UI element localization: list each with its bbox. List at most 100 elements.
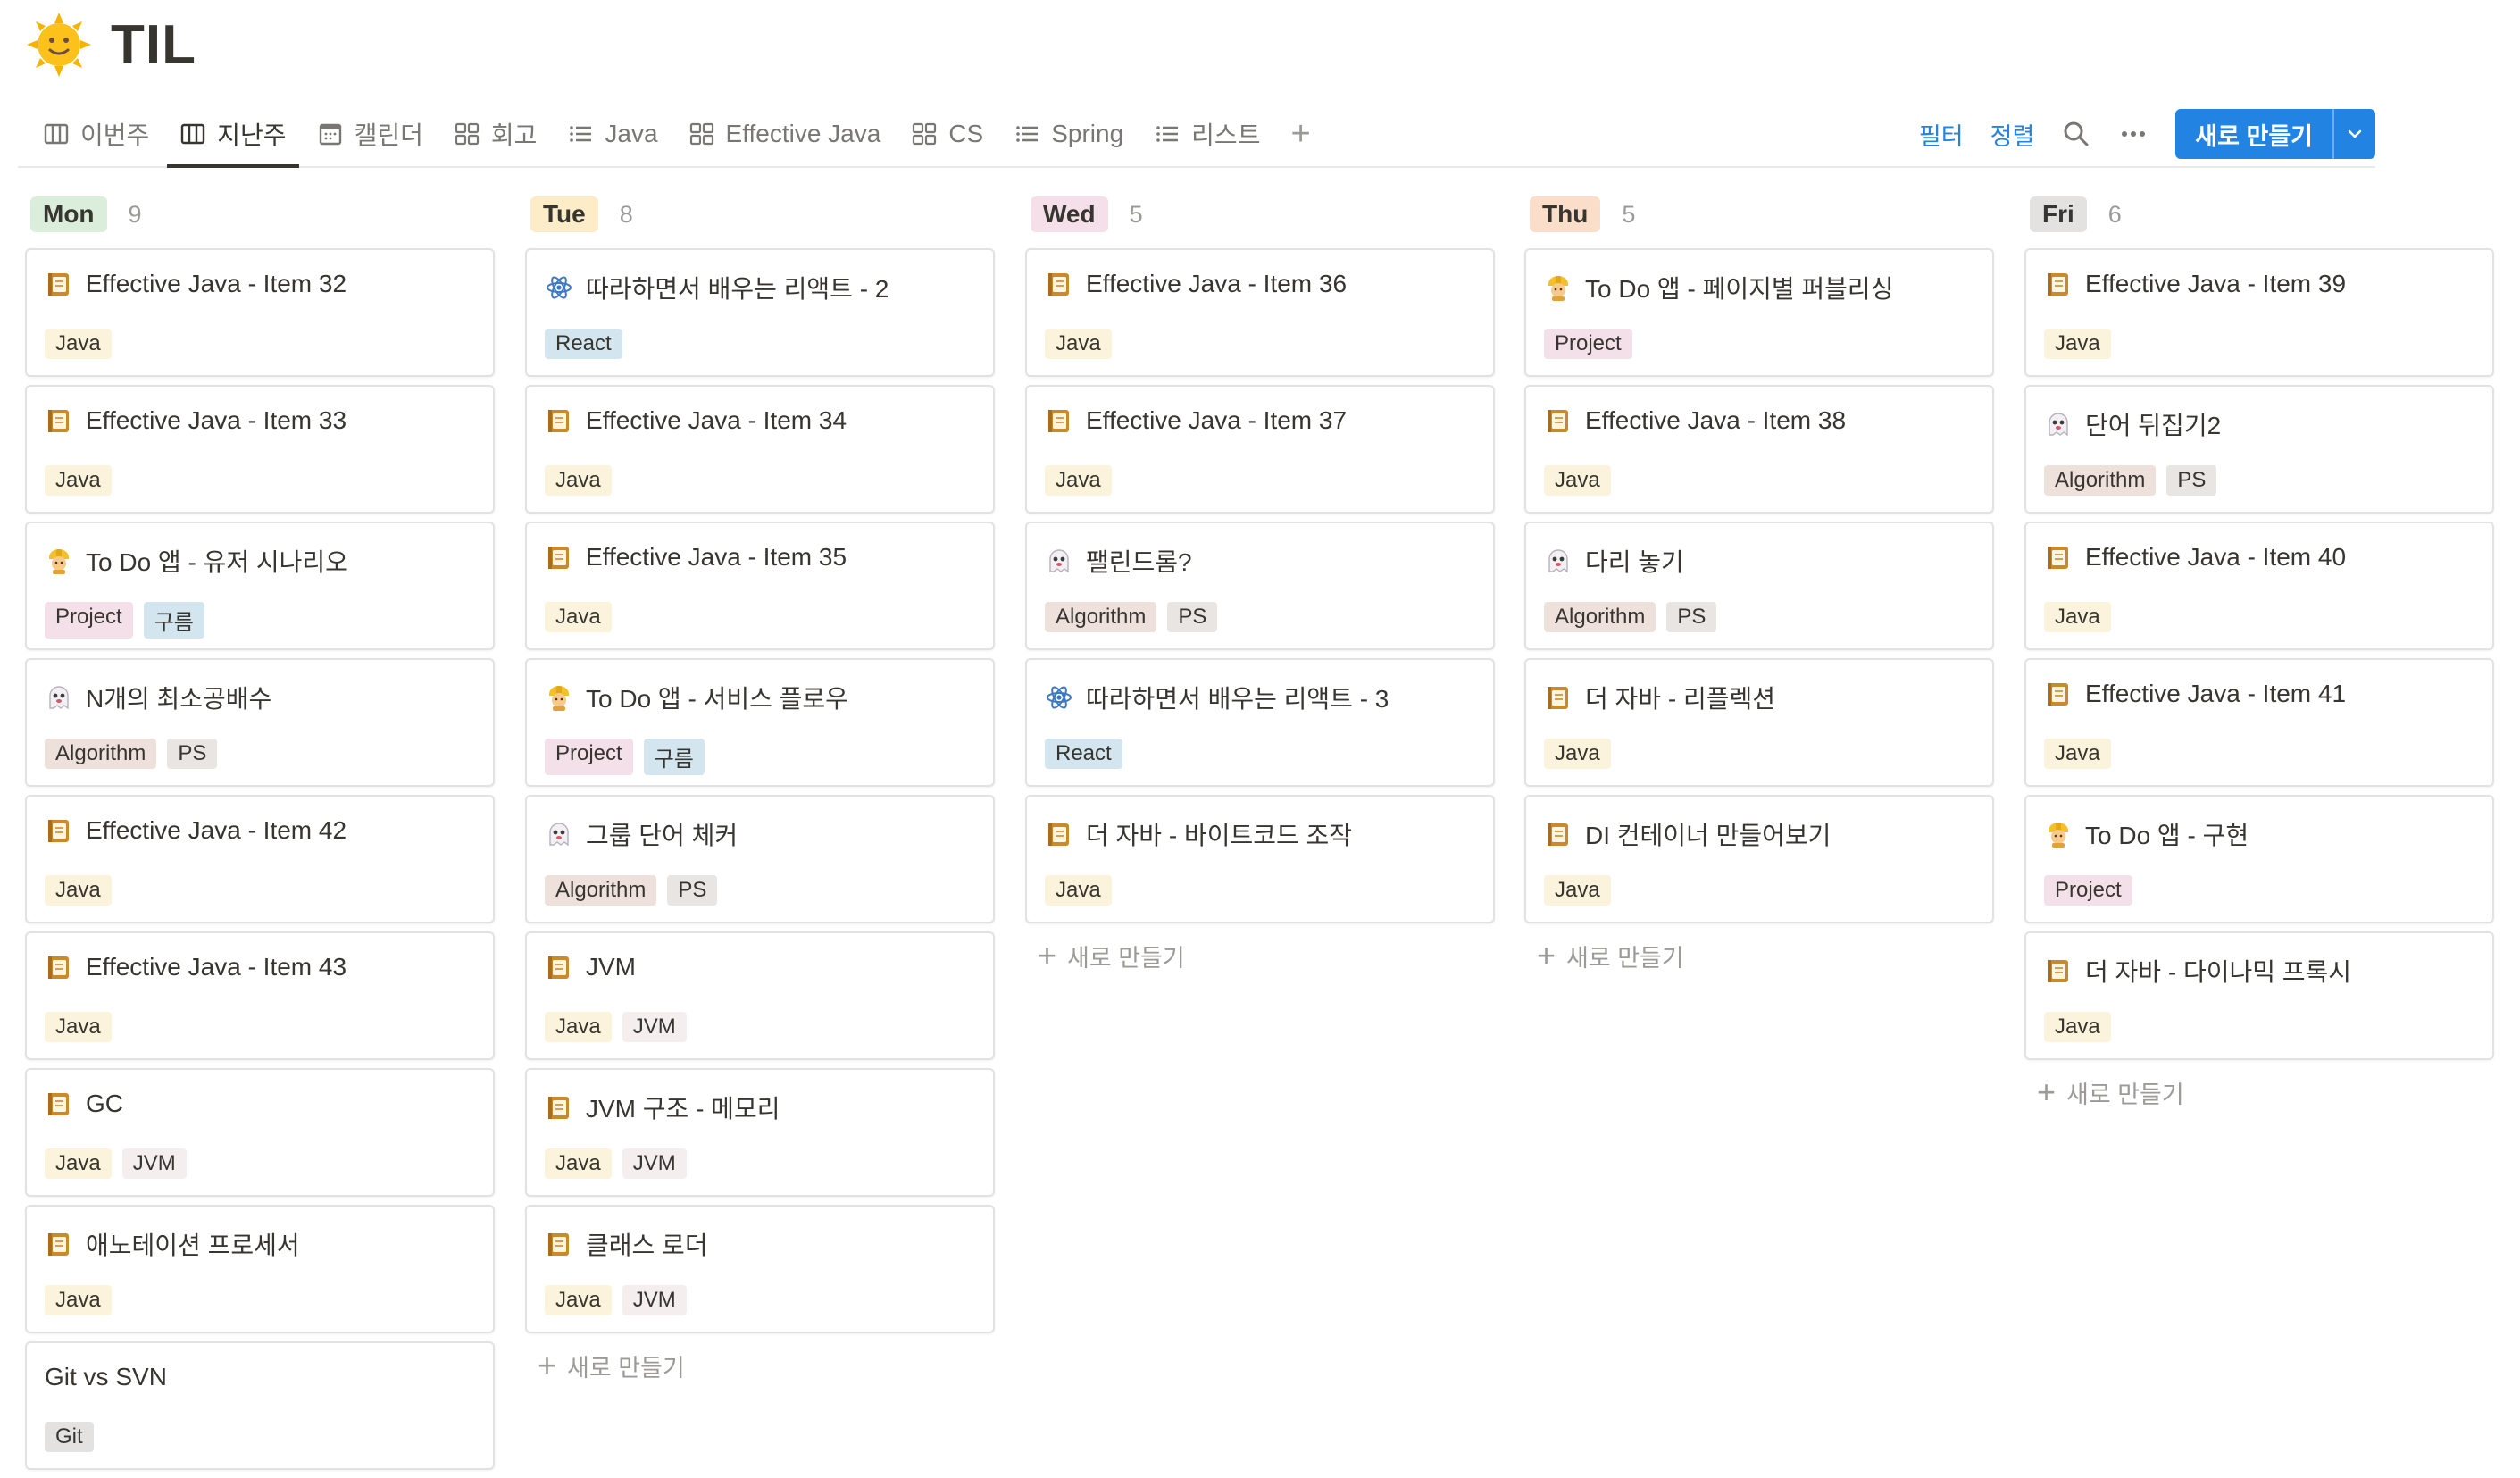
group-day-pill[interactable]: Wed: [1031, 196, 1108, 232]
tag-badge: Java: [1045, 465, 1112, 496]
tag-badge: Java: [45, 1285, 112, 1315]
board-card[interactable]: Effective Java - Item 43 Java: [25, 931, 495, 1060]
card-tags: Java: [545, 602, 622, 632]
card-title-row: To Do 앱 - 페이지별 퍼블리싱: [1544, 270, 1893, 305]
board-card[interactable]: Effective Java - Item 36 Java: [1025, 248, 1495, 377]
tag-badge: Algorithm: [1045, 602, 1157, 632]
group-day-pill[interactable]: Fri: [2030, 196, 2087, 232]
tag-badge: Java: [545, 1285, 612, 1315]
card-title: 클래스 로더: [586, 1232, 708, 1259]
new-button[interactable]: 새로 만들기: [2175, 109, 2332, 159]
tag-badge: 구름: [643, 739, 705, 775]
board-card[interactable]: 더 자바 - 다이나믹 프록시 Java: [2024, 931, 2494, 1060]
sun-emoji-icon[interactable]: [27, 13, 91, 77]
sort-button[interactable]: 정렬: [1990, 117, 2035, 152]
tab-7[interactable]: Spring: [1001, 102, 1136, 166]
board-card[interactable]: Effective Java - Item 39 Java: [2024, 248, 2494, 377]
card-title-row: JVM: [545, 953, 636, 981]
tag-badge: 구름: [143, 602, 204, 639]
tag-badge: Algorithm: [45, 739, 157, 769]
board-card[interactable]: 애노테이션 프로세서 Java: [25, 1205, 495, 1333]
card-tags: Project 구름: [545, 739, 715, 775]
board-card[interactable]: 따라하면서 배우는 리액트 - 3 React: [1025, 658, 1495, 787]
board-card[interactable]: N개의 최소공배수 Algorithm PS: [25, 658, 495, 787]
tab-0[interactable]: 이번주: [30, 102, 162, 166]
tab-3[interactable]: 회고: [441, 102, 550, 166]
board-card[interactable]: Effective Java - Item 38 Java: [1524, 385, 1994, 514]
card-title-row: 더 자바 - 다이나믹 프록시: [2044, 953, 2351, 989]
plus-icon: +: [1038, 937, 1057, 973]
board-card[interactable]: Effective Java - Item 34 Java: [525, 385, 995, 514]
add-view-plus-icon[interactable]: +: [1278, 102, 1323, 166]
board-card[interactable]: 다리 놓기 Algorithm PS: [1524, 522, 1994, 650]
tab-label: 이번주: [80, 121, 150, 149]
board-card[interactable]: 단어 뒤집기2 Algorithm PS: [2024, 385, 2494, 514]
board-card[interactable]: 더 자바 - 바이트코드 조작 Java: [1025, 795, 1495, 923]
board-card[interactable]: Effective Java - Item 40 Java: [2024, 522, 2494, 650]
board-card[interactable]: Effective Java - Item 37 Java: [1025, 385, 1495, 514]
tab-label: Java: [605, 120, 658, 147]
board-card[interactable]: Git vs SVN Git: [25, 1341, 495, 1470]
column-header: Wed 5: [1031, 189, 1495, 239]
board-card[interactable]: GC Java JVM: [25, 1068, 495, 1197]
card-tags: Algorithm PS: [45, 739, 228, 769]
column-header: Mon 9: [30, 189, 495, 239]
board-card[interactable]: JVM Java JVM: [525, 931, 995, 1060]
board-card[interactable]: Effective Java - Item 32 Java: [25, 248, 495, 377]
add-card-button[interactable]: + 새로 만들기: [2024, 1068, 2494, 1116]
react-atom-icon: [1045, 683, 1073, 712]
card-tags: Java: [1544, 875, 1622, 906]
board-card[interactable]: To Do 앱 - 서비스 플로우 Project 구름: [525, 658, 995, 787]
board-icon: [43, 121, 70, 147]
card-title: Effective Java - Item 42: [86, 816, 347, 844]
tab-5[interactable]: Effective Java: [676, 102, 894, 166]
card-title-row: DI 컨테이너 만들어보기: [1544, 816, 1831, 852]
tab-1[interactable]: 지난주: [167, 102, 299, 168]
notebook-icon: [45, 406, 73, 435]
board-card[interactable]: 클래스 로더 Java JVM: [525, 1205, 995, 1333]
board-card[interactable]: 따라하면서 배우는 리액트 - 2 React: [525, 248, 995, 377]
board-card[interactable]: To Do 앱 - 구현 Project: [2024, 795, 2494, 923]
board-card[interactable]: 그룹 단어 체커 Algorithm PS: [525, 795, 995, 923]
board-card[interactable]: 더 자바 - 리플렉션 Java: [1524, 658, 1994, 787]
card-tags: Java JVM: [545, 1148, 697, 1179]
tab-4[interactable]: Java: [555, 102, 670, 166]
board-card[interactable]: DI 컨테이너 만들어보기 Java: [1524, 795, 1994, 923]
group-day-pill[interactable]: Mon: [30, 196, 107, 232]
add-card-label: 새로 만들기: [567, 1354, 685, 1382]
card-title-row: Effective Java - Item 42: [45, 816, 346, 845]
card-tags: Java: [1544, 739, 1622, 769]
tab-8[interactable]: 리스트: [1141, 102, 1273, 166]
card-tags: Java JVM: [545, 1012, 697, 1042]
board-card[interactable]: To Do 앱 - 페이지별 퍼블리싱 Project: [1524, 248, 1994, 377]
add-card-button[interactable]: + 새로 만들기: [525, 1341, 995, 1390]
tag-badge: JVM: [121, 1148, 187, 1179]
card-title-row: 애노테이션 프로세서: [45, 1226, 300, 1262]
board-card[interactable]: Effective Java - Item 35 Java: [525, 522, 995, 650]
board-card[interactable]: 팰린드롬? Algorithm PS: [1025, 522, 1495, 650]
board-card[interactable]: Effective Java - Item 42 Java: [25, 795, 495, 923]
list-icon: [1014, 121, 1040, 147]
more-options-icon[interactable]: [2118, 119, 2149, 149]
card-title: Effective Java - Item 36: [1086, 270, 1348, 297]
add-card-button[interactable]: + 새로 만들기: [1025, 931, 1495, 980]
react-atom-icon: [545, 273, 573, 302]
board-card[interactable]: JVM 구조 - 메모리 Java JVM: [525, 1068, 995, 1197]
search-icon[interactable]: [2061, 119, 2091, 149]
add-card-button[interactable]: + 새로 만들기: [1524, 931, 1994, 980]
group-count: 5: [1129, 200, 1143, 228]
group-day-pill[interactable]: Thu: [1530, 196, 1601, 232]
card-title: Git vs SVN: [45, 1363, 167, 1390]
board-card[interactable]: Effective Java - Item 33 Java: [25, 385, 495, 514]
group-day-pill[interactable]: Tue: [530, 196, 598, 232]
board-card[interactable]: Effective Java - Item 41 Java: [2024, 658, 2494, 787]
notebook-icon: [1045, 820, 1073, 848]
tag-badge: JVM: [622, 1012, 687, 1042]
card-title-row: Effective Java - Item 36: [1045, 270, 1347, 298]
tab-6[interactable]: CS: [898, 102, 996, 166]
chevron-down-icon[interactable]: [2332, 109, 2375, 159]
board-card[interactable]: To Do 앱 - 유저 시나리오 Project 구름: [25, 522, 495, 650]
filter-button[interactable]: 필터: [1919, 117, 1964, 152]
notebook-icon: [1544, 406, 1573, 435]
tab-2[interactable]: 캘린더: [305, 102, 436, 166]
